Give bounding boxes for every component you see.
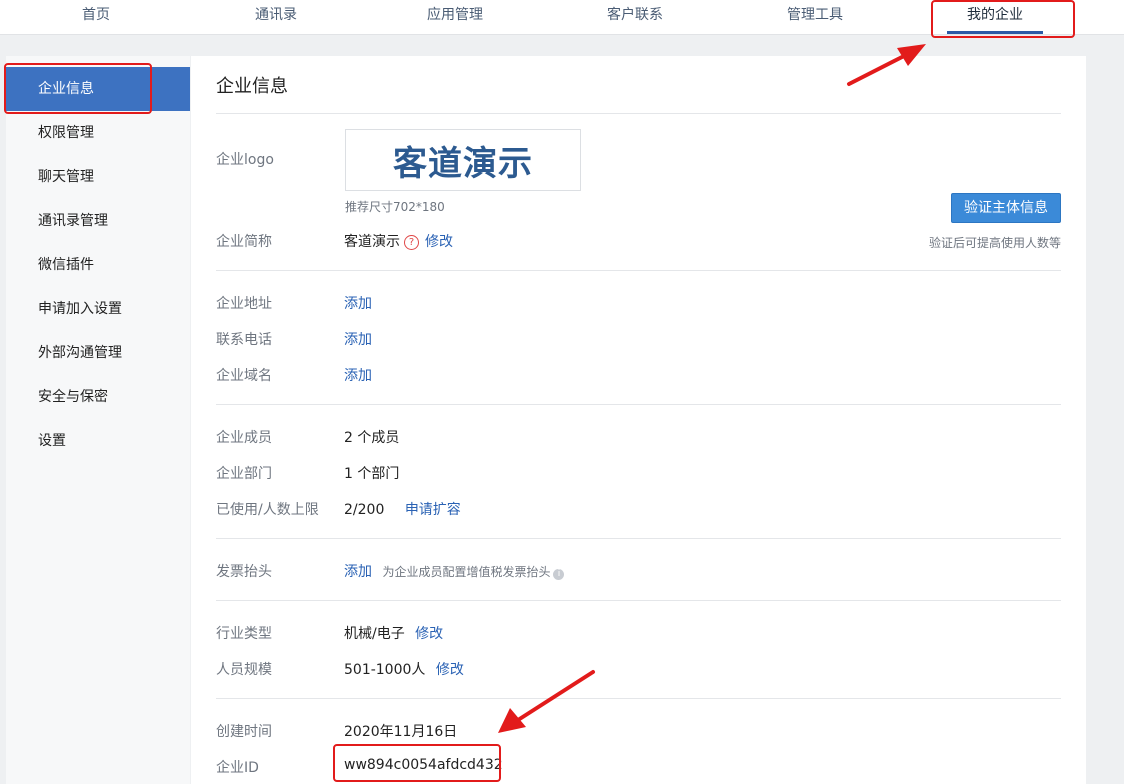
divider bbox=[216, 270, 1061, 271]
logo-label: 企业logo bbox=[216, 152, 274, 168]
edit-short-name-link[interactable]: 修改 bbox=[425, 234, 453, 250]
divider bbox=[216, 113, 1061, 114]
annotation-box-my-enterprise bbox=[931, 0, 1075, 38]
industry-value: 机械/电子 bbox=[344, 626, 405, 642]
invoice-label: 发票抬头 bbox=[216, 564, 272, 580]
page-title: 企业信息 bbox=[216, 76, 288, 97]
members-value: 2 个成员 bbox=[344, 430, 400, 446]
info-icon[interactable]: i bbox=[553, 569, 565, 580]
edit-industry-link[interactable]: 修改 bbox=[415, 626, 443, 642]
departments-label: 企业部门 bbox=[216, 466, 272, 482]
annotation-box-enterprise-info bbox=[4, 63, 152, 114]
usage-label: 已使用/人数上限 bbox=[216, 502, 319, 518]
usage-row: 2/200 申请扩容 bbox=[344, 499, 461, 519]
tab-home[interactable]: 首页 bbox=[26, 0, 166, 34]
domain-label: 企业域名 bbox=[216, 368, 272, 384]
add-phone-link[interactable]: 添加 bbox=[344, 329, 372, 349]
divider bbox=[216, 698, 1061, 699]
members-label: 企业成员 bbox=[216, 430, 272, 446]
scale-value: 501-1000人 bbox=[344, 662, 426, 678]
sidebar-item-join-settings[interactable]: 申请加入设置 bbox=[6, 287, 190, 331]
scale-row: 501-1000人 修改 bbox=[344, 659, 464, 679]
enterprise-logo[interactable]: 客道演示 bbox=[345, 129, 581, 191]
sidebar-item-settings[interactable]: 设置 bbox=[6, 419, 190, 463]
corp-id-label: 企业ID bbox=[216, 760, 259, 776]
sidebar-item-security[interactable]: 安全与保密 bbox=[6, 375, 190, 419]
sidebar-item-permissions[interactable]: 权限管理 bbox=[6, 111, 190, 155]
sidebar: 企业信息 权限管理 聊天管理 通讯录管理 微信插件 申请加入设置 外部沟通管理 … bbox=[6, 56, 190, 784]
tab-management-tools[interactable]: 管理工具 bbox=[745, 0, 885, 34]
invoice-hint: 为企业成员配置增值税发票抬头 bbox=[382, 565, 551, 579]
logo-size-hint: 推荐尺寸702*180 bbox=[345, 200, 445, 214]
divider bbox=[216, 404, 1061, 405]
created-value: 2020年11月16日 bbox=[344, 724, 458, 740]
divider bbox=[216, 538, 1061, 539]
scale-label: 人员规模 bbox=[216, 662, 272, 678]
invoice-row: 添加 为企业成员配置增值税发票抬头 i bbox=[344, 561, 565, 581]
sidebar-item-external-communication[interactable]: 外部沟通管理 bbox=[6, 331, 190, 375]
tab-customer-contact[interactable]: 客户联系 bbox=[565, 0, 705, 34]
industry-label: 行业类型 bbox=[216, 626, 272, 642]
address-label: 企业地址 bbox=[216, 296, 272, 312]
edit-scale-link[interactable]: 修改 bbox=[436, 662, 464, 678]
usage-value: 2/200 bbox=[344, 502, 385, 518]
sidebar-item-contacts-management[interactable]: 通讯录管理 bbox=[6, 199, 190, 243]
verify-entity-button[interactable]: 验证主体信息 bbox=[951, 193, 1061, 223]
add-invoice-link[interactable]: 添加 bbox=[344, 564, 372, 580]
add-domain-link[interactable]: 添加 bbox=[344, 365, 372, 385]
created-label: 创建时间 bbox=[216, 724, 272, 740]
annotation-box-corp-id bbox=[333, 744, 501, 782]
departments-value: 1 个部门 bbox=[344, 466, 400, 482]
sidebar-item-chat-management[interactable]: 聊天管理 bbox=[6, 155, 190, 199]
short-name-row: 客道演示? 修改 bbox=[344, 231, 453, 251]
industry-row: 机械/电子 修改 bbox=[344, 623, 443, 643]
short-name-label: 企业简称 bbox=[216, 234, 272, 250]
request-expansion-link[interactable]: 申请扩容 bbox=[405, 502, 461, 518]
help-icon[interactable]: ? bbox=[404, 235, 419, 250]
phone-label: 联系电话 bbox=[216, 332, 272, 348]
sidebar-item-wechat-plugin[interactable]: 微信插件 bbox=[6, 243, 190, 287]
tab-app-management[interactable]: 应用管理 bbox=[385, 0, 525, 34]
verify-hint: 验证后可提高使用人数等 bbox=[929, 236, 1062, 250]
divider bbox=[216, 600, 1061, 601]
logo-text: 客道演示 bbox=[393, 143, 533, 184]
tab-contacts[interactable]: 通讯录 bbox=[206, 0, 346, 34]
add-address-link[interactable]: 添加 bbox=[344, 293, 372, 313]
main-panel: 企业信息 企业logo 客道演示 推荐尺寸702*180 验证主体信息 验证后可… bbox=[191, 56, 1086, 784]
short-name-value: 客道演示 bbox=[344, 234, 400, 250]
